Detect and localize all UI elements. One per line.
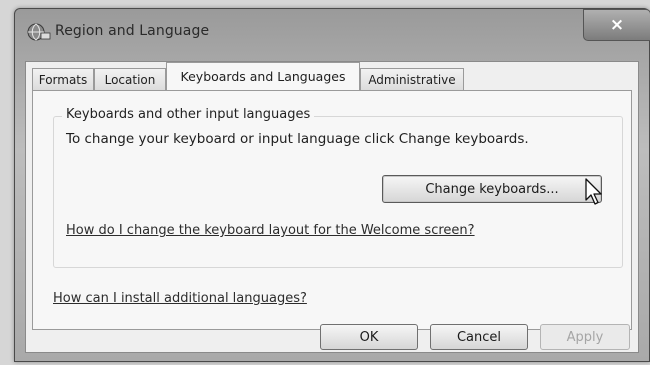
window-title: Region and Language — [55, 23, 210, 39]
welcome-screen-keyboard-link[interactable]: How do I change the keyboard layout for … — [66, 223, 475, 238]
close-icon: × — [609, 15, 625, 35]
close-button[interactable]: × — [583, 9, 650, 41]
button-label: Apply — [566, 329, 604, 345]
group-title: Keyboards and other input languages — [62, 107, 315, 122]
ok-button[interactable]: OK — [320, 324, 418, 350]
tab-location[interactable]: Location — [94, 68, 166, 90]
button-label: OK — [359, 329, 379, 345]
cancel-button[interactable]: Cancel — [430, 324, 528, 350]
keyboards-panel: Keyboards and other input languages To c… — [32, 90, 632, 330]
dialog-body: Formats Location Keyboards and Languages… — [25, 61, 639, 353]
apply-button[interactable]: Apply — [540, 324, 630, 350]
tab-formats[interactable]: Formats — [32, 68, 94, 90]
tab-keyboards-and-languages[interactable]: Keyboards and Languages — [166, 62, 360, 90]
title-bar[interactable]: Region and Language × — [15, 9, 650, 53]
region-and-language-window: Region and Language × Formats Location K… — [14, 8, 650, 362]
tab-label: Administrative — [368, 72, 456, 87]
tab-label: Keyboards and Languages — [180, 69, 346, 84]
change-keyboards-button[interactable]: Change keyboards... — [382, 175, 602, 203]
button-label: Change keyboards... — [425, 181, 559, 197]
tab-label: Formats — [38, 72, 88, 87]
tab-administrative[interactable]: Administrative — [360, 68, 464, 90]
globe-icon — [27, 23, 51, 41]
group-description: To change your keyboard or input languag… — [66, 131, 529, 147]
button-label: Cancel — [456, 329, 502, 345]
keyboards-group: Keyboards and other input languages To c… — [53, 107, 623, 268]
mouse-pointer-icon — [585, 178, 602, 205]
tab-label: Location — [104, 72, 156, 87]
install-languages-link[interactable]: How can I install additional languages? — [53, 291, 307, 306]
